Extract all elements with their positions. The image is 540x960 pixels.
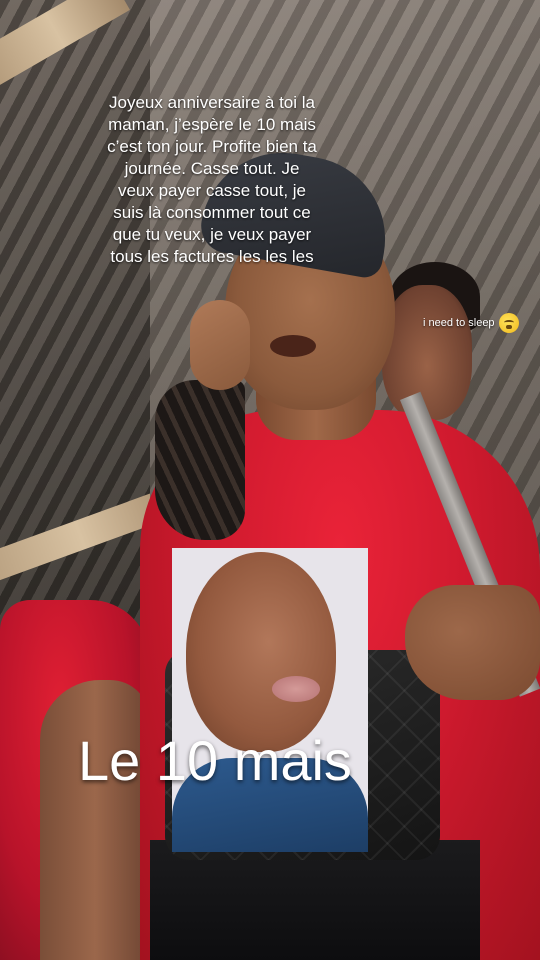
hand-on-bag (405, 585, 540, 700)
photo-collage: Joyeux anniversaire à toi la maman, j’es… (0, 0, 540, 960)
headline-text: Le 10 mais (78, 729, 352, 792)
left-arm (40, 680, 150, 960)
side-note-text: i need to sleep (423, 317, 495, 329)
inset-lips (272, 676, 320, 702)
lips (270, 335, 316, 357)
hand-behind-head (190, 300, 250, 390)
braided-hair (155, 380, 245, 540)
overlay-face (382, 285, 472, 420)
inset-face (186, 552, 336, 752)
caption-text: Joyeux anniversaire à toi la maman, j’es… (107, 93, 317, 266)
side-note: i need to sleep (423, 313, 519, 333)
sleepy-face-emoji-icon (498, 313, 519, 333)
inset-portrait (172, 548, 368, 852)
